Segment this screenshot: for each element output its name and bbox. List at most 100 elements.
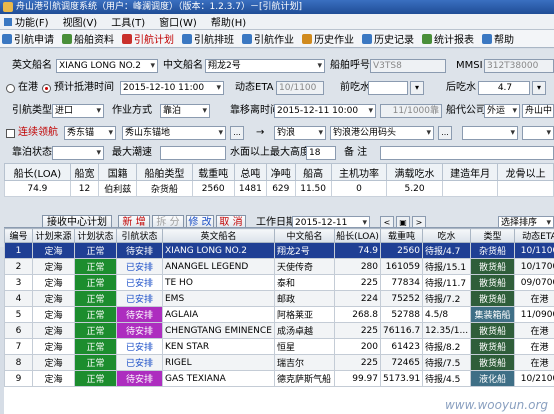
toolbar-button-0[interactable]: 引航申请 bbox=[2, 31, 54, 46]
extra-select-1[interactable] bbox=[462, 126, 518, 140]
table-cell: 定海 bbox=[32, 258, 75, 275]
remark-field[interactable] bbox=[380, 146, 554, 160]
column-header[interactable]: 船长(LOA) bbox=[334, 228, 381, 243]
table-row[interactable]: 2 定海 正常 已安排 ANANGEL LEGEND 天使传奇 280 161059 待报/15… bbox=[4, 258, 554, 275]
from-place-select[interactable]: 秀山东锚地 bbox=[122, 126, 226, 140]
ship-grid-cell[interactable]: 11.50 bbox=[294, 180, 332, 197]
in-port-radio[interactable] bbox=[6, 84, 15, 93]
table-cell: 在港 bbox=[514, 338, 554, 355]
eta-datetime-field[interactable]: 2015-12-10 11:00 bbox=[120, 81, 224, 95]
column-header[interactable]: 吃水 bbox=[422, 228, 471, 243]
to-place-more-button[interactable]: ... bbox=[438, 126, 452, 140]
ship-grid-cell[interactable]: 0 bbox=[330, 180, 388, 197]
menu-view[interactable]: 视图(V) bbox=[63, 14, 98, 29]
to-short-select[interactable]: 钓浪 bbox=[274, 126, 326, 140]
table-row[interactable]: 5 定海 正常 待安排 AGLAIA 阿格莱亚 268.8 52788 4.5/8 集装箱船 11/… bbox=[4, 306, 554, 323]
ship-grid-cell[interactable]: 伯利兹 bbox=[98, 180, 138, 197]
column-header[interactable]: 引航状态 bbox=[116, 228, 163, 243]
toolbar-button-3[interactable]: 引航排班 bbox=[182, 31, 234, 46]
table-cell: 1 bbox=[4, 242, 33, 259]
table-cell: 11/0900 bbox=[514, 306, 554, 323]
max-speed-field[interactable] bbox=[160, 146, 226, 160]
table-cell: 52788 bbox=[380, 306, 423, 323]
table-cell: 翔龙2号 bbox=[274, 242, 335, 259]
menu-help[interactable]: 帮助(H) bbox=[211, 14, 246, 29]
toolbar-button-1[interactable]: 船舶资料 bbox=[62, 31, 114, 46]
table-row[interactable]: 9 定海 正常 待安排 GAS TEXIANA 德克萨斯气船 99.97 5173.91 待报/… bbox=[4, 370, 554, 387]
en-name-field[interactable]: XIANG LONG NO.2 bbox=[56, 59, 158, 73]
ship-grid-cell[interactable]: 629 bbox=[266, 180, 296, 197]
ship-grid-cell[interactable]: 12 bbox=[69, 180, 100, 197]
menu-tools[interactable]: 工具(T) bbox=[111, 14, 145, 29]
table-row[interactable]: 1 定海 正常 待安排 XIANG LONG NO.2 翔龙2号 74.9 2560 待报/4.… bbox=[4, 242, 554, 259]
toolbar-button-2[interactable]: 引航计划 bbox=[122, 31, 174, 46]
toolbar-button-4[interactable]: 引航作业 bbox=[242, 31, 294, 46]
toolbar-button-8[interactable]: 帮助 bbox=[482, 31, 514, 46]
pilot-type-select[interactable]: 进口 bbox=[52, 104, 104, 118]
toolbar-button-7[interactable]: 统计报表 bbox=[422, 31, 474, 46]
op-mode-label: 作业方式 bbox=[112, 105, 152, 116]
extra-select-2[interactable] bbox=[522, 126, 554, 140]
ship-grid-cell[interactable]: 2560 bbox=[191, 180, 235, 197]
draft-back-spinner[interactable]: ▾ bbox=[532, 81, 546, 95]
history-op-icon bbox=[302, 33, 312, 44]
ship-grid-cell[interactable] bbox=[497, 180, 554, 197]
column-header[interactable]: 计划来源 bbox=[32, 228, 75, 243]
mmsi-field[interactable]: 312T38000 bbox=[484, 59, 554, 73]
draft-back-field[interactable]: 4.7 bbox=[478, 81, 530, 95]
to-place-select[interactable]: 钓浪港公用码头 bbox=[330, 126, 434, 140]
eta-radio[interactable] bbox=[42, 84, 51, 93]
berth-status-select[interactable] bbox=[52, 146, 104, 160]
table-cell: 在港 bbox=[514, 354, 554, 371]
toolbar-button-6[interactable]: 历史记录 bbox=[362, 31, 414, 46]
column-header[interactable]: 中文船名 bbox=[274, 228, 335, 243]
berth-time-field[interactable]: 2015-12-11 10:00 bbox=[274, 104, 376, 118]
table-row[interactable]: 3定海正常已安排TE HO泰和22577834待报/11.7散货船09/0700 bbox=[4, 274, 554, 291]
table-cell: 2 bbox=[4, 258, 33, 275]
ship-grid-cell[interactable]: 杂货船 bbox=[136, 180, 193, 197]
agent-label: 船代公司 bbox=[446, 105, 486, 116]
table-cell: 定海 bbox=[32, 242, 75, 259]
table-cell: 10/1700 bbox=[514, 258, 554, 275]
callsign-field[interactable]: V3TS8 bbox=[370, 59, 446, 73]
column-header[interactable]: 计划状态 bbox=[74, 228, 117, 243]
ship-grid-cell[interactable]: 1481 bbox=[233, 180, 268, 197]
escort-label: 连续领航 bbox=[18, 127, 58, 138]
op-mode-select[interactable]: 靠泊 bbox=[160, 104, 210, 118]
max-speed-label: 最大潮速 bbox=[112, 147, 152, 158]
ship-grid-cell[interactable]: 5.20 bbox=[386, 180, 443, 197]
column-header[interactable]: 英文船名 bbox=[162, 228, 275, 243]
mmsi-label: MMSI bbox=[456, 60, 483, 71]
column-header[interactable]: 载重吨 bbox=[380, 228, 423, 243]
table-cell: 泰和 bbox=[274, 274, 335, 291]
from-anchor-select[interactable]: 秀东锚 bbox=[64, 126, 116, 140]
table-cell: ANANGEL LEGEND bbox=[162, 258, 275, 275]
table-row[interactable]: 8 定海 正常 已安排 RIGEL 瑞吉尔 225 72465 待报/7.5 散货船 在港 bbox=[4, 354, 554, 371]
table-cell: 定海 bbox=[32, 370, 75, 387]
escort-checkbox[interactable] bbox=[6, 129, 15, 138]
agent-name-field[interactable]: 舟山中 bbox=[522, 104, 554, 118]
table-cell: 散货船 bbox=[470, 338, 515, 355]
table-cell: 定海 bbox=[32, 274, 75, 291]
column-header[interactable]: 类型 bbox=[470, 228, 515, 243]
agent-select[interactable]: 外运 bbox=[484, 104, 520, 118]
ship-grid-cell[interactable]: 74.9 bbox=[4, 180, 71, 197]
dyn-eta-field[interactable]: 10/1100 bbox=[276, 81, 324, 95]
draft-front-spinner[interactable]: ▾ bbox=[410, 81, 424, 95]
menu-function[interactable]: 功能(F) bbox=[4, 14, 49, 29]
table-row[interactable]: 4 定海 正常 已安排 EMS 邮政 224 75252 待报/7.2 散货船 在港 bbox=[4, 290, 554, 307]
table-row[interactable]: 6 定海 正常 待安排 CHENGTANG EMINENCE 成汤卓越 225 76116.7… bbox=[4, 322, 554, 339]
from-place-more-button[interactable]: ... bbox=[230, 126, 244, 140]
table-cell: 已安排 bbox=[116, 258, 163, 275]
menu-app-icon bbox=[4, 17, 12, 26]
table-row[interactable]: 7 定海 正常 已安排 KEN STAR 恒星 200 61423 待报/8.2 散货船 在港 bbox=[4, 338, 554, 355]
column-header[interactable]: 编号 bbox=[4, 228, 33, 243]
callsign-label: 船舶呼号 bbox=[330, 60, 370, 71]
column-header[interactable]: 动态ETA bbox=[514, 228, 554, 243]
draft-front-field[interactable] bbox=[368, 81, 408, 95]
menu-window[interactable]: 窗口(W) bbox=[159, 14, 197, 29]
ship-grid-cell[interactable] bbox=[441, 180, 499, 197]
toolbar-button-5[interactable]: 历史作业 bbox=[302, 31, 354, 46]
height-field[interactable]: 18 bbox=[306, 146, 336, 160]
cn-name-field[interactable]: 翔龙2号 bbox=[205, 59, 325, 73]
